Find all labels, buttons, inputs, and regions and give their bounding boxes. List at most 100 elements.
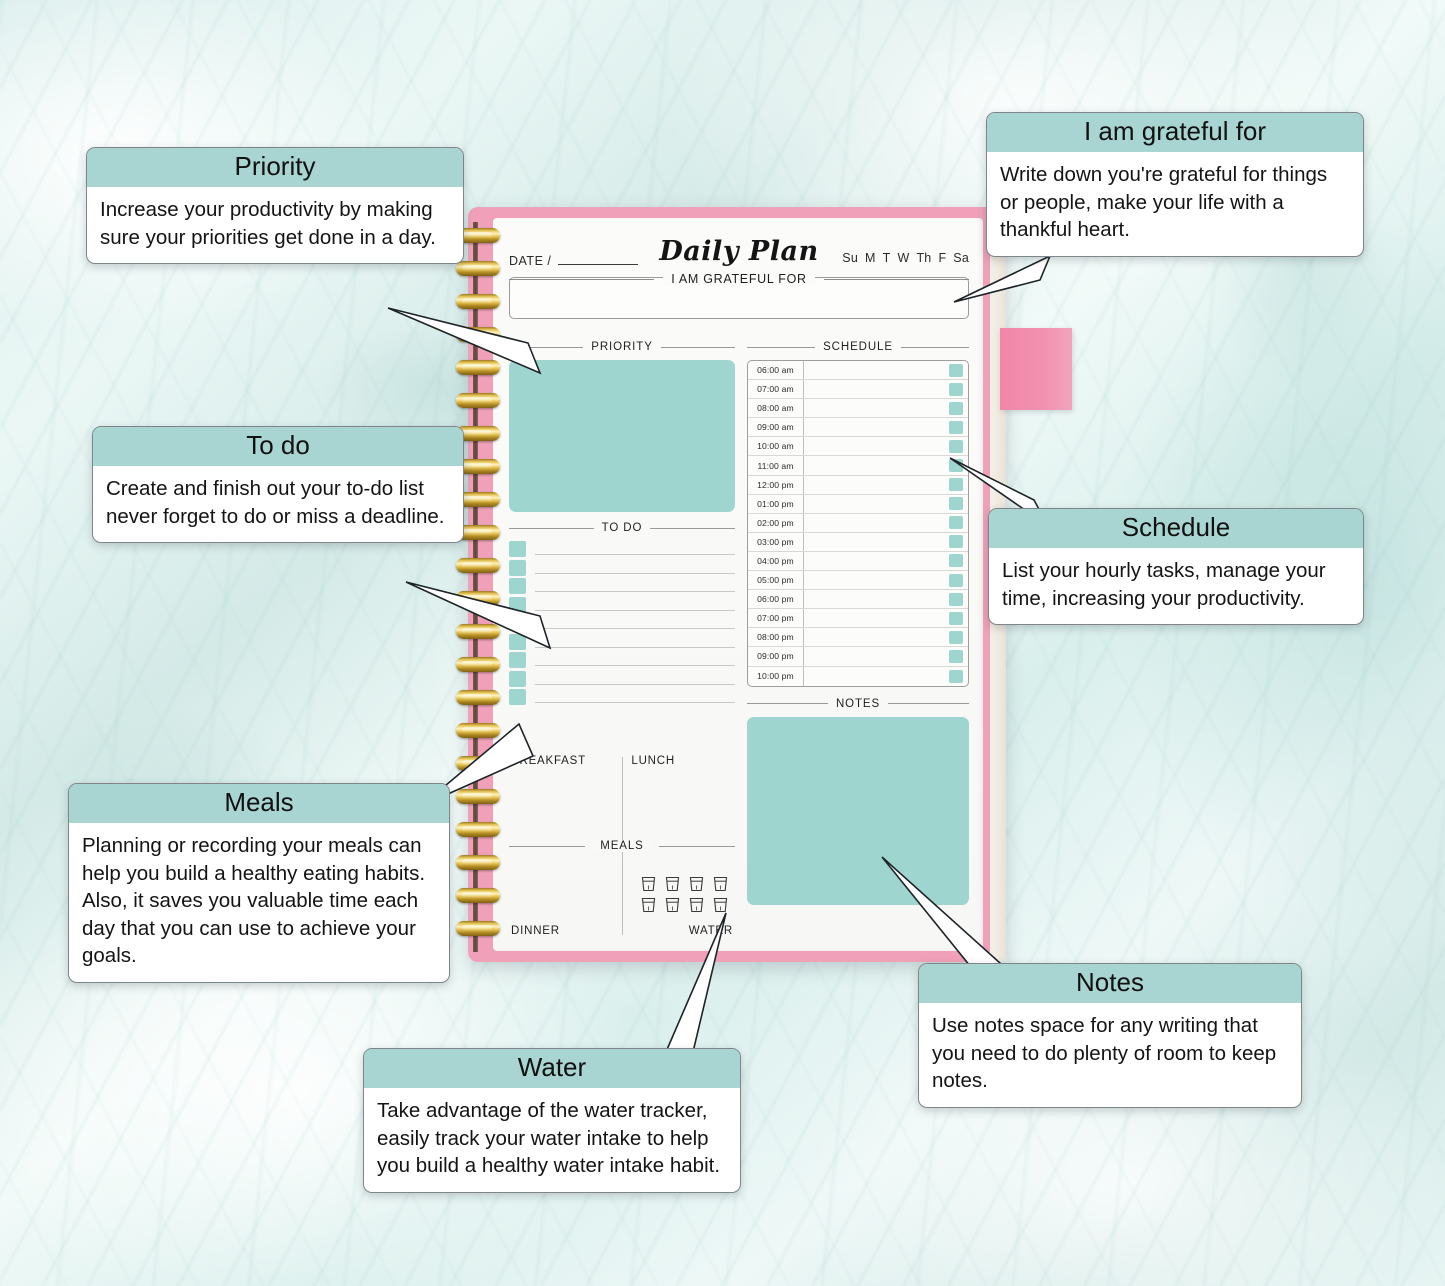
water-glass-icon[interactable] bbox=[665, 876, 680, 892]
schedule-entry-field[interactable] bbox=[804, 533, 949, 551]
schedule-row[interactable]: 09:00 pm bbox=[748, 647, 968, 667]
todo-row[interactable] bbox=[509, 651, 735, 670]
schedule-entry-field[interactable] bbox=[804, 514, 949, 532]
todo-checkbox[interactable] bbox=[509, 689, 526, 706]
todo-write-line[interactable] bbox=[535, 673, 735, 685]
schedule-checkbox[interactable] bbox=[949, 420, 963, 434]
todo-checkbox[interactable] bbox=[509, 578, 526, 595]
todo-write-line[interactable] bbox=[535, 691, 735, 704]
meals-heading-row: MEALS bbox=[509, 840, 735, 852]
schedule-row[interactable]: 04:00 pm bbox=[748, 551, 968, 572]
todo-checkbox[interactable] bbox=[509, 670, 526, 687]
schedule-checkbox[interactable] bbox=[949, 649, 963, 663]
todo-row[interactable] bbox=[509, 577, 735, 596]
day-th[interactable]: Th bbox=[916, 251, 931, 265]
schedule-row[interactable]: 02:00 pm bbox=[748, 513, 968, 533]
schedule-entry-field[interactable] bbox=[804, 456, 949, 474]
todo-checkbox[interactable] bbox=[509, 559, 526, 576]
spiral-coil bbox=[456, 261, 500, 276]
todo-checkbox[interactable] bbox=[509, 652, 526, 669]
schedule-checkbox[interactable] bbox=[949, 630, 963, 644]
schedule-row[interactable]: 07:00 am bbox=[748, 380, 968, 400]
schedule-checkbox[interactable] bbox=[949, 592, 963, 606]
schedule-checkbox[interactable] bbox=[949, 516, 963, 530]
schedule-checkbox[interactable] bbox=[949, 669, 963, 683]
todo-checkbox[interactable] bbox=[509, 596, 526, 613]
schedule-row[interactable]: 06:00 am bbox=[748, 361, 968, 381]
todo-write-line[interactable] bbox=[535, 543, 735, 556]
schedule-checkbox[interactable] bbox=[949, 554, 963, 568]
todo-row[interactable] bbox=[509, 688, 735, 707]
weekday-selector[interactable]: Su M T W Th F Sa bbox=[835, 251, 969, 265]
water-glass-icon[interactable] bbox=[665, 897, 680, 913]
todo-write-line[interactable] bbox=[535, 654, 735, 667]
todo-row[interactable] bbox=[509, 633, 735, 652]
water-glass-icon[interactable] bbox=[641, 876, 656, 892]
bookmark-tab[interactable] bbox=[1000, 328, 1072, 410]
todo-row[interactable] bbox=[509, 614, 735, 633]
todo-row[interactable] bbox=[509, 596, 735, 615]
schedule-checkbox[interactable] bbox=[949, 478, 963, 492]
schedule-checkbox[interactable] bbox=[949, 573, 963, 587]
schedule-row[interactable]: 12:00 pm bbox=[748, 475, 968, 495]
schedule-row[interactable]: 09:00 am bbox=[748, 418, 968, 438]
priority-input-box[interactable] bbox=[509, 360, 735, 512]
schedule-checkbox[interactable] bbox=[949, 611, 963, 625]
todo-checkbox[interactable] bbox=[509, 541, 526, 558]
schedule-entry-field[interactable] bbox=[804, 380, 949, 398]
schedule-entry-field[interactable] bbox=[804, 361, 949, 379]
schedule-row[interactable]: 10:00 pm bbox=[748, 666, 968, 686]
todo-write-line[interactable] bbox=[535, 599, 735, 611]
schedule-entry-field[interactable] bbox=[804, 399, 949, 417]
schedule-entry-field[interactable] bbox=[804, 628, 949, 646]
schedule-row[interactable]: 05:00 pm bbox=[748, 571, 968, 591]
schedule-entry-field[interactable] bbox=[804, 552, 949, 570]
schedule-checkbox[interactable] bbox=[949, 497, 963, 511]
schedule-checkbox[interactable] bbox=[949, 459, 963, 473]
schedule-entry-field[interactable] bbox=[804, 667, 949, 686]
water-glass-icon[interactable] bbox=[689, 897, 704, 913]
todo-write-line[interactable] bbox=[535, 562, 735, 574]
schedule-checkbox[interactable] bbox=[949, 535, 963, 549]
day-t[interactable]: T bbox=[883, 251, 891, 265]
water-glass-icon[interactable] bbox=[713, 897, 728, 913]
schedule-row[interactable]: 07:00 pm bbox=[748, 609, 968, 629]
day-w[interactable]: W bbox=[897, 251, 909, 265]
schedule-entry-field[interactable] bbox=[804, 476, 949, 494]
todo-write-line[interactable] bbox=[535, 580, 735, 593]
schedule-checkbox[interactable] bbox=[949, 439, 963, 453]
schedule-row[interactable]: 06:00 pm bbox=[748, 590, 968, 610]
day-f[interactable]: F bbox=[938, 251, 946, 265]
schedule-entry-field[interactable] bbox=[804, 437, 949, 455]
schedule-checkbox[interactable] bbox=[949, 401, 963, 415]
schedule-entry-field[interactable] bbox=[804, 418, 949, 436]
day-sa[interactable]: Sa bbox=[953, 251, 969, 265]
schedule-row[interactable]: 08:00 am bbox=[748, 399, 968, 419]
schedule-checkbox[interactable] bbox=[949, 363, 963, 377]
schedule-checkbox[interactable] bbox=[949, 382, 963, 396]
day-su[interactable]: Su bbox=[842, 251, 858, 265]
schedule-entry-field[interactable] bbox=[804, 647, 949, 665]
schedule-entry-field[interactable] bbox=[804, 571, 949, 589]
todo-write-line[interactable] bbox=[535, 636, 735, 648]
schedule-entry-field[interactable] bbox=[804, 495, 949, 513]
todo-checkbox[interactable] bbox=[509, 633, 526, 650]
todo-checkbox[interactable] bbox=[509, 615, 526, 632]
water-glass-icon[interactable] bbox=[713, 876, 728, 892]
water-glass-icon[interactable] bbox=[641, 897, 656, 913]
todo-write-line[interactable] bbox=[535, 617, 735, 630]
schedule-row[interactable]: 03:00 pm bbox=[748, 532, 968, 552]
schedule-entry-field[interactable] bbox=[804, 590, 949, 608]
water-glass-icon[interactable] bbox=[689, 876, 704, 892]
schedule-row[interactable]: 10:00 am bbox=[748, 437, 968, 457]
schedule-row[interactable]: 01:00 pm bbox=[748, 494, 968, 514]
schedule-row[interactable]: 08:00 pm bbox=[748, 628, 968, 648]
todo-row[interactable] bbox=[509, 559, 735, 578]
day-m[interactable]: M bbox=[865, 251, 876, 265]
left-column: PRIORITY TO DO MEALS BREAKFAST LUNCH DIN… bbox=[509, 341, 736, 941]
todo-row[interactable] bbox=[509, 670, 735, 689]
schedule-entry-field[interactable] bbox=[804, 609, 949, 627]
schedule-row[interactable]: 11:00 am bbox=[748, 456, 968, 476]
todo-row[interactable] bbox=[509, 540, 735, 559]
notes-input-box[interactable] bbox=[747, 716, 969, 905]
